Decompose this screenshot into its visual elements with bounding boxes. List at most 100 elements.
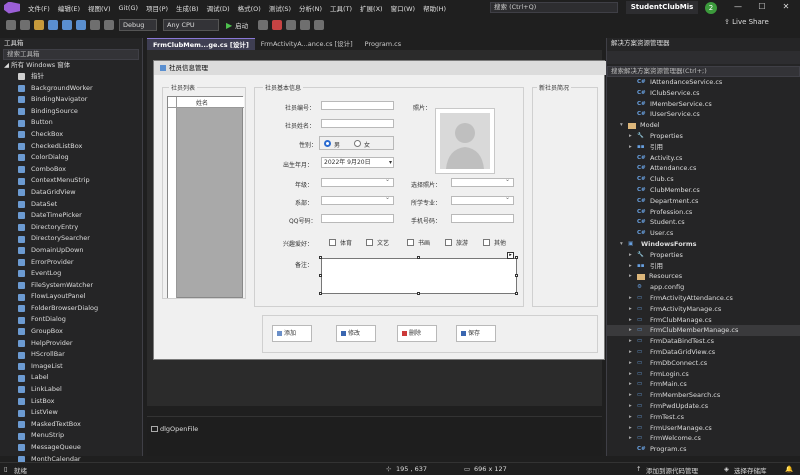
menu-extensions[interactable]: 扩展(X) <box>356 3 387 13</box>
toolbox-item[interactable]: ListBox <box>0 396 142 408</box>
expand-arrow-icon[interactable]: ▾ <box>620 120 628 131</box>
toolbox-item[interactable]: CheckedListBox <box>0 141 142 153</box>
toolbox-item[interactable]: DomainUpDown <box>0 245 142 257</box>
resize-handle[interactable] <box>319 274 322 277</box>
expand-arrow-icon[interactable]: ▸ <box>629 250 637 261</box>
toolbox-item[interactable]: 指针 <box>0 71 142 83</box>
resize-handle[interactable] <box>417 292 420 295</box>
start-without-debug-icon[interactable] <box>258 20 269 30</box>
save-icon[interactable] <box>62 20 72 30</box>
solution-item[interactable]: ▸ ▭ FrmDataBindTest.cs <box>607 336 800 347</box>
menu-edit[interactable]: 编辑(E) <box>54 3 84 13</box>
menu-analyze[interactable]: 分析(N) <box>295 3 326 13</box>
toolbox-item[interactable]: FileSystemWatcher <box>0 280 142 292</box>
redo-icon[interactable] <box>104 20 114 30</box>
toolbox-item[interactable]: GroupBox <box>0 326 142 338</box>
solution-item[interactable]: ▸ ▪▪ 引用 <box>607 142 800 153</box>
solution-item[interactable]: ▸ ▭ FrmClubManage.cs <box>607 315 800 326</box>
resize-handle[interactable] <box>515 292 518 295</box>
toolbox-item[interactable]: FontDialog <box>0 314 142 326</box>
menu-build[interactable]: 生成(B) <box>172 3 203 13</box>
solution-item[interactable]: C# Department.cs <box>607 196 800 207</box>
member-name-input[interactable] <box>321 119 394 128</box>
menu-debug[interactable]: 调试(D) <box>203 3 234 13</box>
toolbox-item[interactable]: HelpProvider <box>0 338 142 350</box>
toolbox-item[interactable]: ContextMenuStrip <box>0 175 142 187</box>
solution-item[interactable]: C# Profession.cs <box>607 207 800 218</box>
gender-male-radio[interactable] <box>324 140 331 147</box>
toolbox-item[interactable]: ErrorProvider <box>0 257 142 269</box>
live-share-button[interactable]: ⇪ Live Share <box>724 18 769 26</box>
save-button[interactable]: 保存 <box>456 325 496 342</box>
expand-arrow-icon[interactable]: ▸ <box>629 412 637 423</box>
solution-item[interactable]: ▸ Resources <box>607 271 800 282</box>
menu-help[interactable]: 帮助(H) <box>419 3 450 13</box>
solution-item[interactable]: C# IClubService.cs <box>607 88 800 99</box>
hobby-arts-checkbox[interactable]: 文艺 <box>366 238 389 247</box>
toolbox-item[interactable]: DateTimePicker <box>0 210 142 222</box>
menu-project[interactable]: 项目(P) <box>142 3 172 13</box>
toolbox-item[interactable]: HScrollBar <box>0 349 142 361</box>
toolbox-item[interactable]: DirectorySearcher <box>0 233 142 245</box>
menu-tools[interactable]: 工具(T) <box>326 3 356 13</box>
menu-file[interactable]: 文件(F) <box>24 3 54 13</box>
toolbox-item[interactable]: FolderBrowserDialog <box>0 303 142 315</box>
layout-icon[interactable] <box>300 20 311 30</box>
undo-icon[interactable] <box>90 20 100 30</box>
expand-arrow-icon[interactable]: ▸ <box>629 325 637 336</box>
start-icon[interactable]: ▶ <box>226 21 232 30</box>
hobby-sports-checkbox[interactable]: 体育 <box>329 238 352 247</box>
expand-arrow-icon[interactable]: ▸ <box>629 369 637 380</box>
resize-handle[interactable] <box>515 274 518 277</box>
expand-arrow-icon[interactable]: ▸ <box>629 293 637 304</box>
toolbox-item[interactable]: Label <box>0 372 142 384</box>
notification-icon[interactable]: 🔔 <box>785 465 793 473</box>
platform-select[interactable]: Any CPU <box>163 19 219 31</box>
edit-button[interactable]: 修改 <box>336 325 376 342</box>
hobby-calligraphy-checkbox[interactable]: 书画 <box>407 238 430 247</box>
hot-reload-icon[interactable] <box>272 20 283 30</box>
toolbox-group[interactable]: ◢ 所有 Windows 窗体 <box>0 60 142 71</box>
resize-handle[interactable] <box>319 256 322 259</box>
toolbox-item[interactable]: Button <box>0 117 142 129</box>
expand-arrow-icon[interactable]: ▾ <box>620 239 628 250</box>
open-file-dialog-component[interactable]: dlgOpenFile <box>151 425 198 433</box>
menu-window[interactable]: 窗口(W) <box>387 3 420 13</box>
tab-frmactivityattendance-design[interactable]: FrmActivityA...ance.cs [设计] <box>255 38 359 50</box>
expand-arrow-icon[interactable]: ▸ <box>629 315 637 326</box>
solution-item[interactable]: ▾ Model <box>607 120 800 131</box>
toolbox-item[interactable]: DirectoryEntry <box>0 222 142 234</box>
toolbox-item[interactable]: ColorDialog <box>0 152 142 164</box>
format-icon[interactable] <box>314 20 325 30</box>
expand-arrow-icon[interactable]: ▸ <box>629 379 637 390</box>
save-all-icon[interactable] <box>76 20 86 30</box>
solution-item[interactable]: ▸ 🔧 Properties <box>607 250 800 261</box>
menu-test[interactable]: 测试(S) <box>265 3 295 13</box>
expand-arrow-icon[interactable]: ▸ <box>629 271 637 282</box>
resize-handle[interactable] <box>417 256 420 259</box>
global-search-input[interactable]: 搜索 (Ctrl+Q) <box>490 2 618 13</box>
solution-item[interactable]: C# Attendance.cs <box>607 163 800 174</box>
expand-arrow-icon[interactable]: ▸ <box>629 336 637 347</box>
solution-item[interactable]: ⚙ app.config <box>607 282 800 293</box>
remarks-textarea[interactable] <box>321 258 517 294</box>
solution-item[interactable]: ▾ ▣ WindowsForms <box>607 239 800 250</box>
toolbox-item[interactable]: MessageQueue <box>0 442 142 454</box>
phone-input[interactable] <box>451 214 514 223</box>
new-project-icon[interactable] <box>34 20 44 30</box>
open-icon[interactable] <box>48 20 58 30</box>
solution-item[interactable]: ▸ ▭ FrmMain.cs <box>607 379 800 390</box>
tab-program-cs[interactable]: Program.cs <box>359 38 407 50</box>
gender-female-radio[interactable] <box>354 140 361 147</box>
align-icon[interactable] <box>286 20 297 30</box>
solution-item[interactable]: ▸ ▭ FrmWelcome.cs <box>607 433 800 444</box>
maximize-icon[interactable]: ☐ <box>754 1 770 13</box>
major-select[interactable] <box>451 194 514 205</box>
solution-item[interactable]: C# IUserService.cs <box>607 109 800 120</box>
expand-arrow-icon[interactable]: ▸ <box>629 401 637 412</box>
hobby-other-checkbox[interactable]: 其他 <box>483 238 506 247</box>
photo-box[interactable] <box>435 108 495 174</box>
tab-frmclubmembermanage-design[interactable]: FrmClubMem...ge.cs [设计] <box>147 38 255 50</box>
member-id-input[interactable] <box>321 101 394 110</box>
toolbox-search-input[interactable]: 搜索工具箱 <box>3 49 139 60</box>
